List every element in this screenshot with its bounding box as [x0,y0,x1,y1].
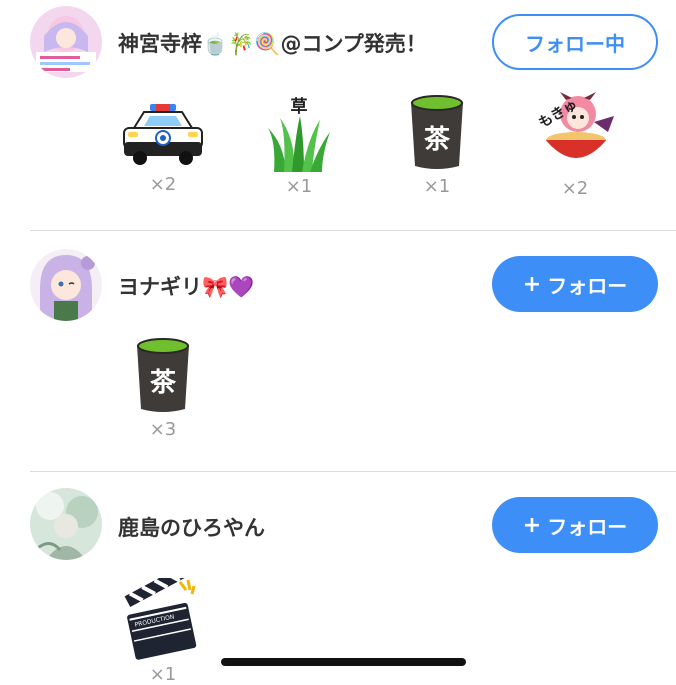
username[interactable]: ヨナギリ🎀💜 [118,271,254,301]
avatar[interactable] [30,249,102,321]
home-indicator[interactable] [221,658,466,666]
tea-cup-icon: 茶 [137,338,189,412]
ramen-girl-sticker-icon: もきゅ [536,92,614,160]
gift-sender-row: 鹿島のひろやん + フォロー PRODUCTION ×1 [0,472,676,685]
username[interactable]: 鹿島のひろやん [118,512,265,542]
gift-count: ×2 [561,178,589,199]
gift-item: PRODUCTION ×1 [108,578,218,685]
avatar[interactable] [30,6,102,78]
gift-count: ×1 [285,176,313,197]
username[interactable]: 神宮寺梓🍵🎋🍭@コンプ発売！ [118,28,427,58]
gift-label: 茶 [150,368,177,398]
following-button[interactable]: フォロー中 [492,14,658,70]
avatar[interactable] [30,488,102,560]
gift-sender-row: ヨナギリ🎀💜 + フォロー 茶 ×3 [0,231,676,471]
plus-icon: + [522,512,542,538]
grass-icon: 草 [268,97,330,172]
tea-cup-icon: 茶 [411,95,463,169]
gift-count: ×1 [149,664,177,685]
gift-sender-row: 神宮寺梓🍵🎋🍭@コンプ発売！ フォロー中 ×2 草 ×1 茶 ×1 もきゅ ×2 [0,0,676,230]
plus-icon: + [522,271,542,297]
follow-button-label: フォロー [547,514,628,539]
follow-button-label: フォロー [547,273,628,298]
gift-label: 茶 [424,125,451,155]
gift-label: 草 [291,97,308,117]
gift-count: ×3 [149,419,177,440]
gift-count: ×2 [149,174,177,195]
gift-count: ×1 [423,176,451,197]
follow-button[interactable]: + フォロー [492,256,658,312]
gift-item: 草 ×1 [244,92,354,197]
clapperboard-icon: PRODUCTION [124,578,197,660]
gift-item: 茶 ×3 [108,335,218,440]
gift-item: ×2 [108,98,218,195]
gift-item: もきゅ ×2 [520,92,630,199]
follow-button[interactable]: + フォロー [492,497,658,553]
gift-item: 茶 ×1 [382,92,492,197]
police-car-icon [123,104,203,165]
